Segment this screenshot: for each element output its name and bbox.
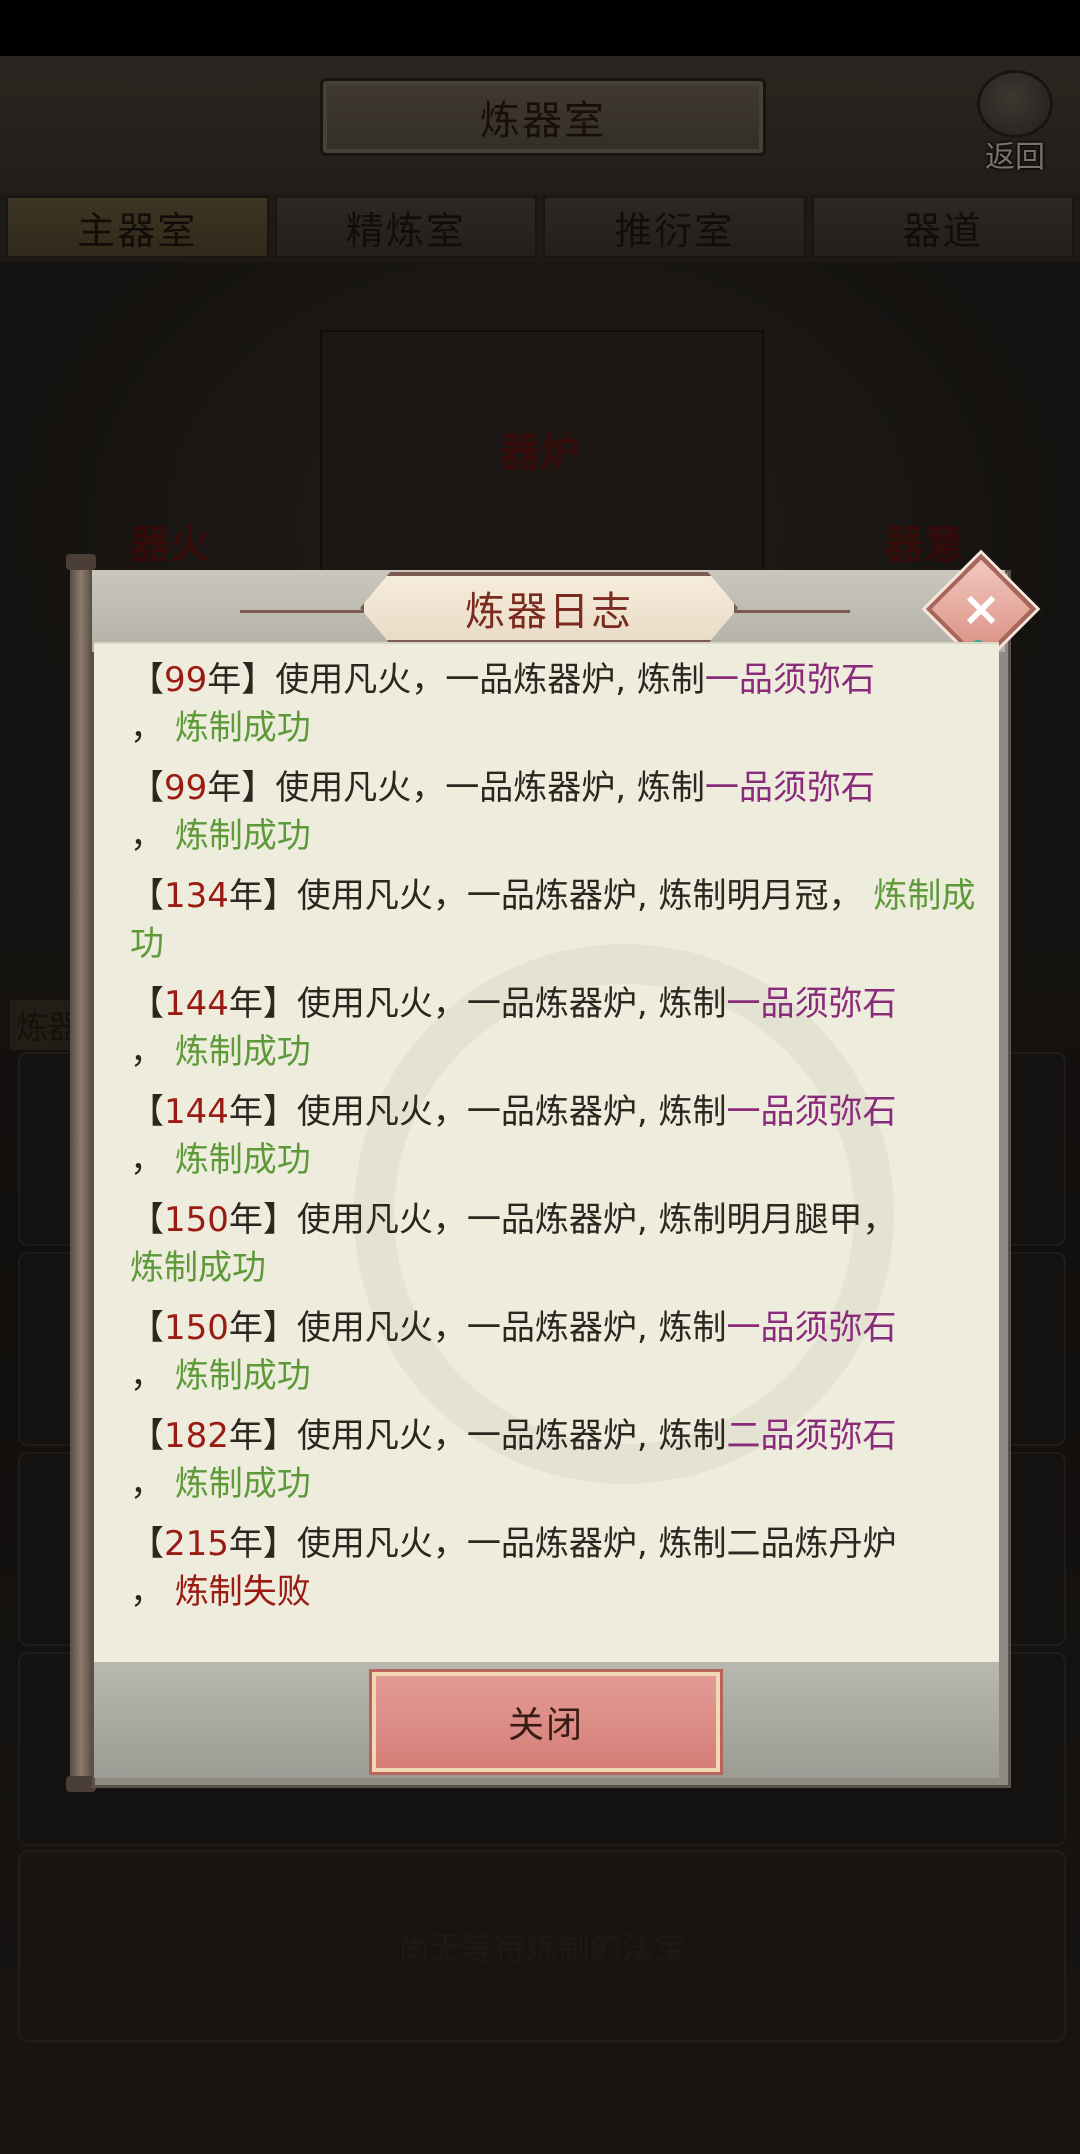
log-entry: 【99年】使用凡火，一品炼器炉, 炼制一品须弥石， 炼制成功 — [130, 660, 875, 748]
log-entry: 【144年】使用凡火，一品炼器炉, 炼制一品须弥石， 炼制成功 — [130, 1092, 897, 1180]
log-year: 99 — [164, 768, 208, 808]
log-year: 144 — [164, 1092, 229, 1132]
log-item: 一品须弥石 — [704, 660, 875, 700]
close-button-label: 关闭 — [507, 1705, 584, 1746]
log-result: 炼制成功 — [174, 708, 311, 748]
log-entry: 【150年】使用凡火，一品炼器炉, 炼制明月腿甲， 炼制成功 — [130, 1200, 897, 1288]
log-item: 一品须弥石 — [726, 1092, 897, 1132]
log-result: 炼制失败 — [174, 1572, 311, 1612]
log-year: 150 — [164, 1308, 229, 1348]
log-item: 一品须弥石 — [726, 984, 897, 1024]
log-year: 144 — [164, 984, 229, 1024]
dialog-title: 炼器日志 — [465, 589, 633, 635]
log-year: 215 — [164, 1524, 229, 1564]
log-year: 134 — [164, 876, 229, 916]
log-year: 99 — [164, 660, 208, 700]
header-ornament-left — [240, 610, 380, 613]
log-entry: 【150年】使用凡火，一品炼器炉, 炼制一品须弥石， 炼制成功 — [130, 1308, 897, 1396]
log-entry: 【99年】使用凡火，一品炼器炉, 炼制一品须弥石， 炼制成功 — [130, 768, 875, 856]
refining-log-dialog: 炼器日志 × 【99年】使用凡火，一品炼器炉, 炼制一品须弥石， 炼制成功 【9… — [66, 553, 1037, 1792]
close-button[interactable]: 关闭 — [372, 1672, 720, 1772]
log-result: 炼制成功 — [130, 1248, 266, 1288]
log-result: 炼制成功 — [174, 1356, 311, 1396]
scroll-rod-decoration — [66, 554, 96, 1792]
log-list: 【99年】使用凡火，一品炼器炉, 炼制一品须弥石， 炼制成功 【99年】使用凡火… — [130, 656, 980, 1628]
log-item: 二品须弥石 — [726, 1416, 897, 1456]
log-year: 150 — [164, 1200, 229, 1240]
log-item: 明月冠 — [726, 876, 829, 916]
log-entry: 【144年】使用凡火，一品炼器炉, 炼制一品须弥石， 炼制成功 — [130, 984, 897, 1072]
log-entry: 【134年】使用凡火，一品炼器炉, 炼制明月冠， 炼制成功 — [130, 876, 976, 964]
log-result: 炼制成功 — [174, 1464, 311, 1504]
dialog-title-badge: 炼器日志 — [360, 572, 738, 644]
close-icon: × — [960, 581, 1002, 637]
log-item: 二品炼丹炉 — [726, 1524, 897, 1564]
log-result: 炼制成功 — [174, 1032, 311, 1072]
log-entry: 【215年】使用凡火，一品炼器炉, 炼制二品炼丹炉， 炼制失败 — [130, 1524, 897, 1612]
page: 炼器室 返回 主器室 精炼室 推衍室 器道 器炉 器火 器意 炼器 尚无等待炼制… — [0, 0, 1080, 2154]
log-item: 明月腿甲 — [726, 1200, 863, 1240]
log-result: 炼制成功 — [174, 816, 311, 856]
log-result: 炼制成功 — [174, 1140, 311, 1180]
log-item: 一品须弥石 — [704, 768, 875, 808]
status-bar — [0, 0, 1080, 56]
log-item: 一品须弥石 — [726, 1308, 897, 1348]
log-entry: 【182年】使用凡火，一品炼器炉, 炼制二品须弥石， 炼制成功 — [130, 1416, 897, 1504]
log-year: 182 — [164, 1416, 229, 1456]
